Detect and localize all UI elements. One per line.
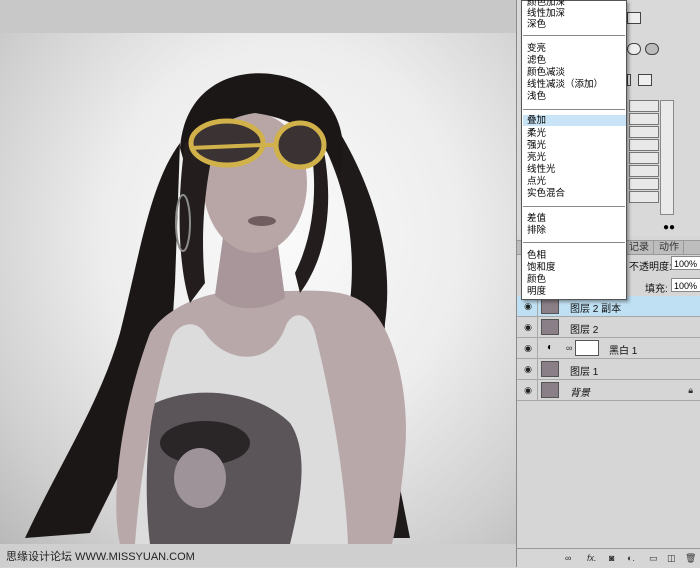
- cross-box-icon[interactable]: [638, 74, 652, 86]
- eye-icon[interactable]: ◉: [522, 301, 534, 311]
- menu-item-darker-color[interactable]: 深色: [527, 19, 546, 30]
- layer-name: 黑白 1: [609, 346, 638, 357]
- mask-icon[interactable]: ◙: [609, 553, 614, 563]
- style-cell[interactable]: [629, 178, 659, 190]
- layer-name: 图层 1: [570, 367, 599, 378]
- style-cell[interactable]: [629, 113, 659, 125]
- divider: [537, 380, 538, 400]
- tab-actions[interactable]: 动作: [655, 241, 684, 254]
- layer-thumbnail: [541, 361, 559, 377]
- layer-thumbnail: [541, 382, 559, 398]
- adjustment-icon[interactable]: ◐.: [627, 553, 635, 563]
- style-cell[interactable]: [629, 191, 659, 203]
- link-icon[interactable]: ∞: [566, 343, 572, 353]
- mask-thumbnail[interactable]: [575, 340, 599, 356]
- menu-item-color-dodge[interactable]: 颜色减淡: [527, 67, 565, 78]
- menu-item-difference[interactable]: 差值: [527, 213, 546, 224]
- menu-item-linear-burn[interactable]: 线性加深: [527, 8, 565, 19]
- divider: [537, 317, 538, 337]
- layer-thumbnail: [541, 319, 559, 335]
- link-icon[interactable]: ∞: [565, 553, 571, 563]
- blend-mode-menu[interactable]: 颜色加深 线性加深 深色 变亮 滤色 颜色减淡 线性减淡（添加） 浅色 叠加 柔…: [521, 0, 627, 300]
- opacity-input[interactable]: 100%: [671, 256, 700, 270]
- portrait-illustration: [25, 73, 410, 544]
- layer-row[interactable]: ◉ ◐ ∞ 黑白 1: [517, 338, 700, 359]
- fill-input[interactable]: 100%: [671, 278, 700, 292]
- divider: [537, 338, 538, 358]
- menu-item-hard-mix[interactable]: 实色混合: [527, 188, 565, 199]
- mask-preset-icon[interactable]: [645, 43, 659, 55]
- eye-icon[interactable]: ◉: [522, 343, 534, 353]
- circle-preset-icon[interactable]: [627, 43, 641, 55]
- menu-item-lighten[interactable]: 变亮: [527, 43, 546, 54]
- eye-icon[interactable]: ◉: [522, 322, 534, 332]
- lock-icon: 🔒︎: [688, 385, 693, 395]
- layer-name: 图层 2: [570, 325, 599, 336]
- bar-icon[interactable]: [627, 74, 631, 86]
- layers-list: ◉ 图层 2 副本 ◉ 图层 2 ◉ ◐ ∞ 黑白 1 ◉ 图层 1 ◉ 背景 …: [517, 296, 700, 406]
- layer-row[interactable]: ◉ 背景 🔒︎: [517, 380, 700, 401]
- menu-item-color[interactable]: 颜色: [527, 274, 546, 285]
- menu-item-linear-dodge[interactable]: 线性减淡（添加）: [527, 79, 603, 90]
- photo-image[interactable]: [0, 33, 516, 544]
- layer-row[interactable]: ◉ 图层 1: [517, 359, 700, 380]
- layer-name: 图层 2 副本: [570, 304, 622, 315]
- layer-name: 背景: [570, 388, 590, 399]
- style-cell[interactable]: [629, 152, 659, 164]
- fx-icon[interactable]: fx.: [587, 553, 597, 563]
- menu-separator: [523, 242, 625, 243]
- menu-item-saturation[interactable]: 饱和度: [527, 262, 556, 273]
- menu-item-exclusion[interactable]: 排除: [527, 225, 546, 236]
- menu-item-screen[interactable]: 滤色: [527, 55, 546, 66]
- menu-item-luminosity[interactable]: 明度: [527, 286, 546, 297]
- opacity-control: 不透明度: 100%: [629, 256, 700, 273]
- layer-thumbnail: [541, 298, 559, 314]
- menu-item-lighter-color[interactable]: 浅色: [527, 91, 546, 102]
- menu-item-vivid-light[interactable]: 亮光: [527, 152, 546, 163]
- menu-item-linear-light[interactable]: 线性光: [527, 164, 556, 175]
- opacity-label: 不透明度:: [629, 262, 672, 273]
- eye-icon[interactable]: ◉: [522, 385, 534, 395]
- menu-item-pin-light[interactable]: 点光: [527, 176, 546, 187]
- menu-separator: [523, 206, 625, 207]
- trash-icon[interactable]: 🗑︎: [685, 553, 696, 564]
- style-cell[interactable]: [629, 126, 659, 138]
- watermark-text: 思缘设计论坛 WWW.MISSYUAN.COM: [6, 551, 195, 563]
- document-canvas[interactable]: [0, 0, 516, 567]
- menu-item-overlay[interactable]: 叠加: [523, 115, 626, 126]
- eye-icon[interactable]: ◉: [522, 364, 534, 374]
- style-cell[interactable]: [629, 139, 659, 151]
- menu-item-soft-light[interactable]: 柔光: [527, 128, 546, 139]
- watermark-bar: 思缘设计论坛 WWW.MISSYUAN.COM: [0, 544, 516, 567]
- menu-separator: [523, 109, 625, 110]
- fill-control: 填充: 100%: [629, 278, 700, 295]
- menu-item-hue[interactable]: 色相: [527, 250, 546, 261]
- tab-history[interactable]: 记录: [625, 241, 654, 254]
- divider: [537, 359, 538, 379]
- adjustment-icon: ◐: [547, 342, 554, 353]
- menu-separator: [523, 35, 625, 36]
- panel-scrollbar[interactable]: [660, 100, 674, 215]
- new-layer-icon[interactable]: ◫: [667, 553, 676, 564]
- menu-item-hard-light[interactable]: 强光: [527, 140, 546, 151]
- panel-menu-icon[interactable]: ●●: [663, 222, 675, 233]
- menu-item-color-burn[interactable]: 颜色加深: [527, 0, 565, 8]
- fill-label: 填充:: [645, 284, 668, 295]
- style-cell[interactable]: [629, 165, 659, 177]
- color-swatch-icon[interactable]: [627, 12, 641, 24]
- style-cell[interactable]: [629, 100, 659, 112]
- layer-row[interactable]: ◉ 图层 2: [517, 317, 700, 338]
- folder-icon[interactable]: ▭: [649, 553, 658, 564]
- layers-toolbar: ∞ fx. ◙ ◐. ▭ ◫ 🗑︎: [517, 548, 700, 568]
